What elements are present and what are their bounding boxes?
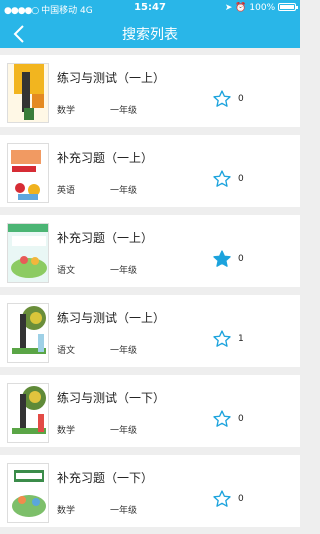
status-bar: ●●●●○ 中国移动 4G 15:47 ➤ ⏰ 100% — [0, 0, 300, 16]
item-grade: 一年级 — [110, 506, 138, 516]
item-grade: 一年级 — [110, 106, 138, 116]
book-cover-image — [7, 383, 49, 443]
list-item[interactable]: 补充习题（一下） 数学 一年级 0 — [0, 455, 300, 527]
book-cover-image — [7, 463, 49, 523]
item-grade: 一年级 — [110, 346, 138, 356]
item-grade: 一年级 — [110, 186, 138, 196]
star-filled-icon[interactable] — [212, 249, 232, 269]
favorite-count: 1 — [238, 334, 244, 344]
item-grade: 一年级 — [110, 426, 138, 436]
star-icon[interactable] — [212, 89, 232, 109]
status-right: ➤ ⏰ 100% — [224, 3, 298, 13]
list-item[interactable]: 补充习题（一上） 英语 一年级 0 — [0, 135, 300, 207]
item-subject: 数学 — [57, 106, 76, 116]
item-subject: 语文 — [57, 266, 76, 276]
book-cover-image — [7, 223, 49, 283]
item-title: 练习与测试（一上） — [57, 311, 166, 325]
item-subject: 语文 — [57, 346, 76, 356]
book-cover-image — [7, 303, 49, 363]
favorite-count: 0 — [238, 174, 244, 184]
book-cover-image — [7, 143, 49, 203]
battery-icon — [278, 3, 298, 11]
item-title: 补充习题（一下） — [57, 471, 154, 485]
item-subject: 数学 — [57, 426, 76, 436]
item-title: 练习与测试（一下） — [57, 391, 166, 405]
battery-fill — [280, 5, 294, 9]
favorite-count: 0 — [238, 94, 244, 104]
battery-percent: 100% — [249, 3, 276, 13]
favorite-count: 0 — [238, 414, 244, 424]
favorite-count: 0 — [238, 254, 244, 264]
alarm-icon: ⏰ — [235, 3, 247, 13]
list-item[interactable]: 练习与测试（一上） 数学 一年级 0 — [0, 55, 300, 127]
app-header: ●●●●○ 中国移动 4G 15:47 ➤ ⏰ 100% 搜索列表 — [0, 0, 300, 48]
book-cover-image — [7, 63, 49, 123]
list-item[interactable]: 补充习题（一上） 语文 一年级 0 — [0, 215, 300, 287]
star-icon[interactable] — [212, 489, 232, 509]
location-icon: ➤ — [224, 3, 233, 13]
favorite-count: 0 — [238, 494, 244, 504]
list-item[interactable]: 练习与测试（一下） 数学 一年级 0 — [0, 375, 300, 447]
item-title: 补充习题（一上） — [57, 151, 154, 165]
page-title: 搜索列表 — [122, 27, 178, 43]
item-subject: 英语 — [57, 186, 76, 196]
star-icon[interactable] — [212, 329, 232, 349]
item-grade: 一年级 — [110, 266, 138, 276]
star-icon[interactable] — [212, 409, 232, 429]
item-subject: 数学 — [57, 506, 76, 516]
star-icon[interactable] — [212, 169, 232, 189]
list-item[interactable]: 练习与测试（一上） 语文 一年级 1 — [0, 295, 300, 367]
item-title: 练习与测试（一上） — [57, 71, 166, 85]
item-title: 补充习题（一上） — [57, 231, 154, 245]
